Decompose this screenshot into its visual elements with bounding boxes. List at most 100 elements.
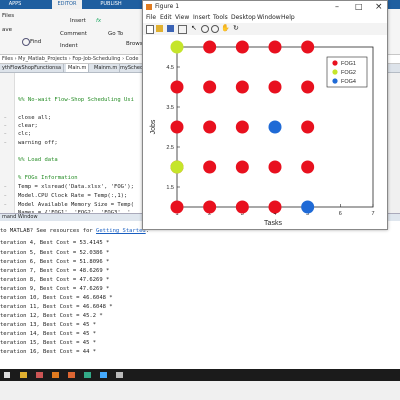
code-line: Temp = xlsread('Data.xlsx', 'FOG'); xyxy=(18,184,134,190)
app-icon[interactable] xyxy=(116,372,123,378)
print-icon[interactable] xyxy=(178,25,187,34)
output-line: teration 9, Best Cost = 47.6269 * xyxy=(0,286,110,292)
folder-icon[interactable] xyxy=(20,372,27,378)
data-point-fog1 xyxy=(301,160,315,174)
output-line: teration 7, Best Cost = 48.6269 * xyxy=(0,268,110,274)
data-point-fog4 xyxy=(301,200,315,214)
matlab-icon[interactable] xyxy=(52,372,59,378)
output-line: teration 8, Best Cost = 47.6269 * xyxy=(0,277,110,283)
code-line: %% Load data xyxy=(18,157,58,163)
y-tick-label: 1.5 xyxy=(166,185,174,191)
command-notice: to MATLAB? See resources for Getting Sta… xyxy=(0,228,150,234)
menu-window[interactable]: Window xyxy=(257,13,281,23)
legend-marker xyxy=(332,78,338,84)
new-figure-icon[interactable] xyxy=(146,25,154,34)
find-button[interactable]: Find xyxy=(30,39,41,45)
zoom-in-icon[interactable] xyxy=(201,25,209,33)
x-tick-label: 6 xyxy=(339,211,342,217)
legend: FOG1 FOG2 FOG4 xyxy=(326,56,368,88)
figure-titlebar[interactable]: Figure 1 – □ × xyxy=(143,1,387,13)
data-point-fog1 xyxy=(301,40,315,54)
tab-file-3[interactable]: Mainm.m xyxy=(92,64,121,72)
line-marker: – xyxy=(4,140,7,146)
menu-desktop[interactable]: Desktop xyxy=(231,13,256,23)
legend-marker xyxy=(332,69,338,75)
data-point-fog1 xyxy=(301,80,315,94)
menu-insert[interactable]: Insert xyxy=(193,13,210,23)
pointer-icon[interactable]: ↖ xyxy=(191,24,197,32)
y-tick-label: 2.5 xyxy=(166,145,174,151)
data-point-fog1 xyxy=(301,120,315,134)
line-marker: – xyxy=(4,123,7,129)
go-to-button[interactable]: Go To xyxy=(108,31,123,37)
data-point-fog1 xyxy=(268,200,282,214)
breadcrumb-item[interactable]: Files xyxy=(2,56,13,62)
pan-icon[interactable]: ✋ xyxy=(221,24,230,32)
menu-file[interactable]: File xyxy=(146,13,156,23)
y-axis-label: Jobs xyxy=(150,119,157,134)
line-marker: – xyxy=(4,193,7,199)
menu-view[interactable]: View xyxy=(175,13,189,23)
output-line: teration 13, Best Cost = 45 * xyxy=(0,322,97,328)
data-point-fog2 xyxy=(170,160,184,174)
close-button[interactable]: × xyxy=(375,1,383,13)
save-icon[interactable] xyxy=(167,25,174,32)
figure-menubar: File Edit View Insert Tools Desktop Wind… xyxy=(143,13,387,23)
data-point-fog1 xyxy=(203,40,217,54)
search-icon xyxy=(22,38,30,46)
save-button[interactable]: ave xyxy=(2,27,12,33)
app-icon[interactable] xyxy=(84,372,91,378)
data-point-fog1 xyxy=(170,200,184,214)
breadcrumb-item[interactable]: My_Matlab_Projects xyxy=(18,56,67,62)
getting-started-link[interactable]: Getting Started xyxy=(96,228,146,234)
notice-text: to MATLAB? See resources for xyxy=(0,228,97,234)
rotate-icon[interactable]: ↻ xyxy=(233,24,239,32)
data-point-fog1 xyxy=(235,40,249,54)
menu-tools[interactable]: Tools xyxy=(213,13,228,23)
data-point-fog2 xyxy=(170,40,184,54)
comment-button[interactable]: Comment xyxy=(60,31,87,37)
line-marker: – xyxy=(4,115,7,121)
tab-publish[interactable]: PUBLISH xyxy=(92,0,130,9)
tab-file-1[interactable]: ythFlowShopFunctionsa xyxy=(0,64,65,72)
data-point-fog1 xyxy=(235,80,249,94)
line-gutter xyxy=(0,73,15,220)
code-line: %% No-wait Flow-Shop Scheduling Usi xyxy=(18,97,134,103)
open-icon[interactable] xyxy=(156,25,163,32)
insert-button[interactable]: Insert xyxy=(70,18,86,24)
x-axis-label: Tasks xyxy=(264,220,282,227)
windows-icon[interactable] xyxy=(4,372,10,378)
minimize-button[interactable]: – xyxy=(335,1,339,13)
line-marker: – xyxy=(4,184,7,190)
tab-apps[interactable]: APPS xyxy=(0,0,30,9)
code-line: % FOGs Information xyxy=(18,175,78,181)
menu-help[interactable]: Help xyxy=(281,13,295,23)
code-line: Model.CPU Clock Rate = Temp(:,1); xyxy=(18,193,128,199)
code-line: close all; xyxy=(18,115,52,121)
line-marker: – xyxy=(4,202,7,208)
figure-window[interactable]: Figure 1 – □ × File Edit View Insert Too… xyxy=(142,0,388,230)
app-icon[interactable] xyxy=(100,372,107,378)
breadcrumb-item[interactable]: Code xyxy=(126,56,139,62)
fx-button[interactable]: fx xyxy=(96,18,101,24)
y-tick-label: 3.5 xyxy=(166,105,174,111)
app-icon[interactable] xyxy=(68,372,75,378)
output-line: teration 16, Best Cost = 44 * xyxy=(0,349,97,355)
taskbar xyxy=(0,369,400,381)
tab-editor[interactable]: EDITOR xyxy=(52,0,82,9)
desktop-strip xyxy=(0,381,400,400)
tab-file-2[interactable]: Main.m xyxy=(66,64,90,72)
code-line: Model Available Memory Size = Temp( xyxy=(18,202,134,208)
files-button[interactable]: Files xyxy=(2,13,14,19)
maximize-button[interactable]: □ xyxy=(355,1,363,13)
data-point-fog1 xyxy=(235,120,249,134)
output-line: teration 14, Best Cost = 45 * xyxy=(0,331,97,337)
app-icon[interactable] xyxy=(36,372,43,378)
scatter-chart[interactable]: 1234567 1.522.533.544.5 Tasks Jobs FOG1F… xyxy=(143,35,387,229)
zoom-out-icon[interactable] xyxy=(211,25,219,33)
command-window-title: mand Window xyxy=(2,214,38,220)
breadcrumb-item[interactable]: Fop-Job-Scheduling xyxy=(72,56,120,62)
menu-edit[interactable]: Edit xyxy=(160,13,172,23)
indent-button[interactable]: Indent xyxy=(60,43,78,49)
output-line: teration 4, Best Cost = 53.4145 * xyxy=(0,240,110,246)
